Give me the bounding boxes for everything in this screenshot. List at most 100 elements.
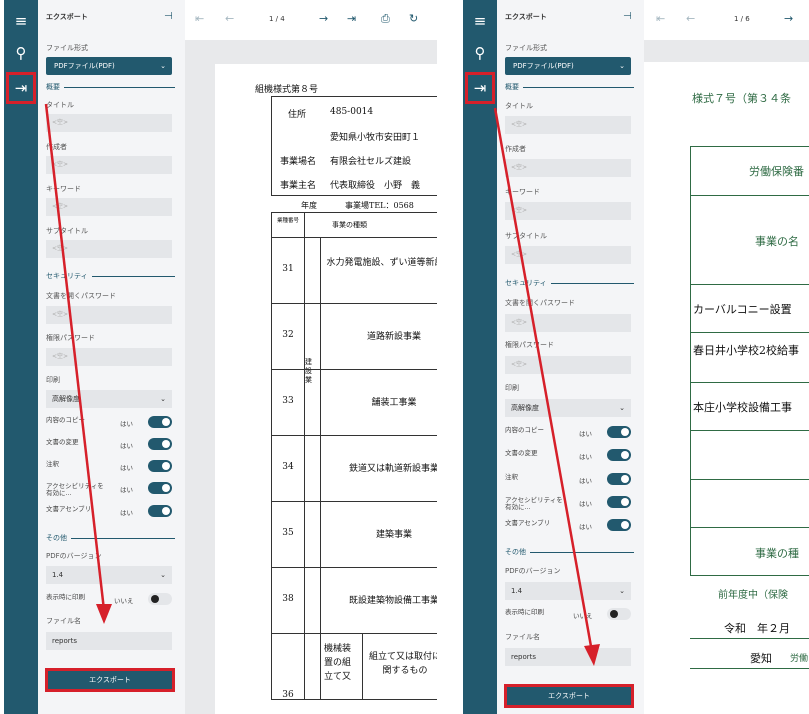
pin-icon[interactable]: ⊣ <box>623 11 632 22</box>
file-format-select[interactable]: PDFファイル(PDF) ⌄ <box>505 57 631 75</box>
address-label: 住所 <box>288 110 307 120</box>
prev-page-icon[interactable]: ← <box>686 12 695 25</box>
open-password-label: 文書を開くパスワード <box>46 292 116 300</box>
toggle-switch[interactable] <box>148 593 172 605</box>
toggle-switch[interactable] <box>148 438 172 450</box>
menu-icon[interactable]: ≡ <box>8 8 34 34</box>
first-page-icon[interactable]: ⇤ <box>656 12 665 25</box>
toggle-value: はい <box>579 500 592 508</box>
toggle-switch[interactable] <box>148 460 172 472</box>
subtitle-label: サブタイトル <box>46 227 88 235</box>
toggle-row-annotation: 注釈 はい <box>46 459 172 473</box>
subtitle-input[interactable]: <空> <box>505 246 631 264</box>
section-security: セキュリティ <box>46 271 175 281</box>
owner-name: 代表取締役 小野 義 <box>330 181 421 191</box>
col-type: 事業の種類 <box>332 221 367 229</box>
row-sub-name: 組立て又は取付に関するもの <box>368 652 437 676</box>
toggle-switch[interactable] <box>607 608 631 620</box>
last-page-icon[interactable]: ⇥ <box>347 12 356 25</box>
open-password-label: 文書を開くパスワード <box>505 299 575 307</box>
next-page-icon[interactable]: → <box>784 12 793 25</box>
search-icon[interactable]: ⚲ <box>8 40 34 66</box>
search-icon[interactable]: ⚲ <box>467 40 493 66</box>
row-number: 36 <box>282 690 294 700</box>
export-button[interactable]: エクスポート <box>504 684 634 708</box>
toggle-label: 表示時に印刷 <box>505 608 544 616</box>
row-name: 機械装置の組立て又 <box>324 644 352 682</box>
export-icon[interactable]: ⇥ <box>6 72 36 104</box>
row-divider <box>320 370 321 435</box>
filename-input[interactable]: reports <box>46 632 172 650</box>
author-input[interactable]: <空> <box>46 156 172 174</box>
keyword-input[interactable]: <空> <box>505 202 631 220</box>
toggle-value: はい <box>120 464 133 472</box>
row-divider <box>304 502 305 567</box>
toggle-row-copy: 内容のコピー はい <box>505 425 631 439</box>
toggle-switch[interactable] <box>607 449 631 461</box>
open-password-input[interactable]: <空> <box>505 314 631 332</box>
chevron-down-icon: ⌄ <box>619 62 625 70</box>
row-divider <box>320 502 321 567</box>
toggle-row-assembly: 文書アセンブリ はい <box>46 504 172 518</box>
title-input[interactable]: <空> <box>46 114 172 132</box>
toggle-row-annotation: 注釈 はい <box>505 472 631 486</box>
row-number: 33 <box>282 396 294 406</box>
document-page: 様式７号（第３４条 労働保険番 事業の名 カーバルコニー設置 春日井小学校2校給… <box>644 62 809 714</box>
permission-password-input[interactable]: <空> <box>46 348 172 366</box>
section-summary-label: 概要 <box>46 83 60 91</box>
pdf-version-select[interactable]: 1.4 ⌄ <box>505 582 631 600</box>
toggle-value: いいえ <box>114 597 134 605</box>
keyword-input[interactable]: <空> <box>46 198 172 216</box>
permission-password-input[interactable]: <空> <box>505 356 631 374</box>
refresh-icon[interactable]: ↻ <box>409 12 418 25</box>
export-button[interactable]: エクスポート <box>45 668 175 692</box>
print-icon[interactable]: ⎙ <box>381 12 390 26</box>
file-format-select[interactable]: PDFファイル(PDF) ⌄ <box>46 57 172 75</box>
toggle-label: 文書の変更 <box>46 438 79 446</box>
business-name-label: 事業の名 <box>755 235 799 248</box>
project-row-2: 春日井小学校2校給事 <box>693 344 799 357</box>
print-select[interactable]: 高解像度 ⌄ <box>505 399 631 417</box>
toggle-label: 内容のコピー <box>505 426 544 434</box>
section-other: その他 <box>46 533 175 543</box>
print-select[interactable]: 高解像度 ⌄ <box>46 390 172 408</box>
row-divider <box>320 238 321 303</box>
section-summary: 概要 <box>46 82 175 92</box>
business-type-label: 事業の種 <box>755 547 799 560</box>
prev-page-icon[interactable]: ← <box>225 12 234 25</box>
export-icon[interactable]: ⇥ <box>465 72 495 104</box>
toggle-switch[interactable] <box>607 473 631 485</box>
filename-input[interactable]: reports <box>505 648 631 666</box>
title-input[interactable]: <空> <box>505 116 631 134</box>
author-input[interactable]: <空> <box>505 159 631 177</box>
toggle-label: 文書アセンブリ <box>505 519 551 527</box>
keyword-label: キーワード <box>505 188 540 196</box>
toggle-switch[interactable] <box>148 482 172 494</box>
print-on-display-row: 表示時に印刷 いいえ <box>505 607 631 621</box>
address-line: 愛知県小牧市安田町１ <box>330 133 421 143</box>
subtitle-input[interactable]: <空> <box>46 240 172 258</box>
next-page-icon[interactable]: → <box>319 12 328 25</box>
toggle-switch[interactable] <box>607 519 631 531</box>
pdf-version-select[interactable]: 1.4 ⌄ <box>46 566 172 584</box>
toggle-switch[interactable] <box>148 505 172 517</box>
toggle-switch[interactable] <box>607 496 631 508</box>
pin-icon[interactable]: ⊣ <box>164 11 173 22</box>
form-title: 様式７号（第３４条 <box>692 92 791 105</box>
row-name: 既設建築物設備工事業 <box>348 596 437 606</box>
business-type-row: 35 建築事業 <box>271 502 437 568</box>
open-password-input[interactable]: <空> <box>46 306 172 324</box>
author-label: 作成者 <box>505 145 526 153</box>
section-summary-label: 概要 <box>505 83 519 91</box>
toggle-switch[interactable] <box>607 426 631 438</box>
author-label: 作成者 <box>46 143 67 151</box>
toggle-value: はい <box>120 420 133 428</box>
toggle-switch[interactable] <box>148 416 172 428</box>
year-label: 年度 <box>301 201 317 210</box>
pdf-version-label: PDFのバージョン <box>46 552 102 560</box>
chevron-down-icon: ⌄ <box>619 587 625 595</box>
toggle-label: 文書アセンブリ <box>46 505 92 513</box>
menu-icon[interactable]: ≡ <box>467 8 493 34</box>
first-page-icon[interactable]: ⇤ <box>195 12 204 25</box>
toggle-row-accessibility: アクセシビリティを有効に... はい <box>46 481 172 497</box>
